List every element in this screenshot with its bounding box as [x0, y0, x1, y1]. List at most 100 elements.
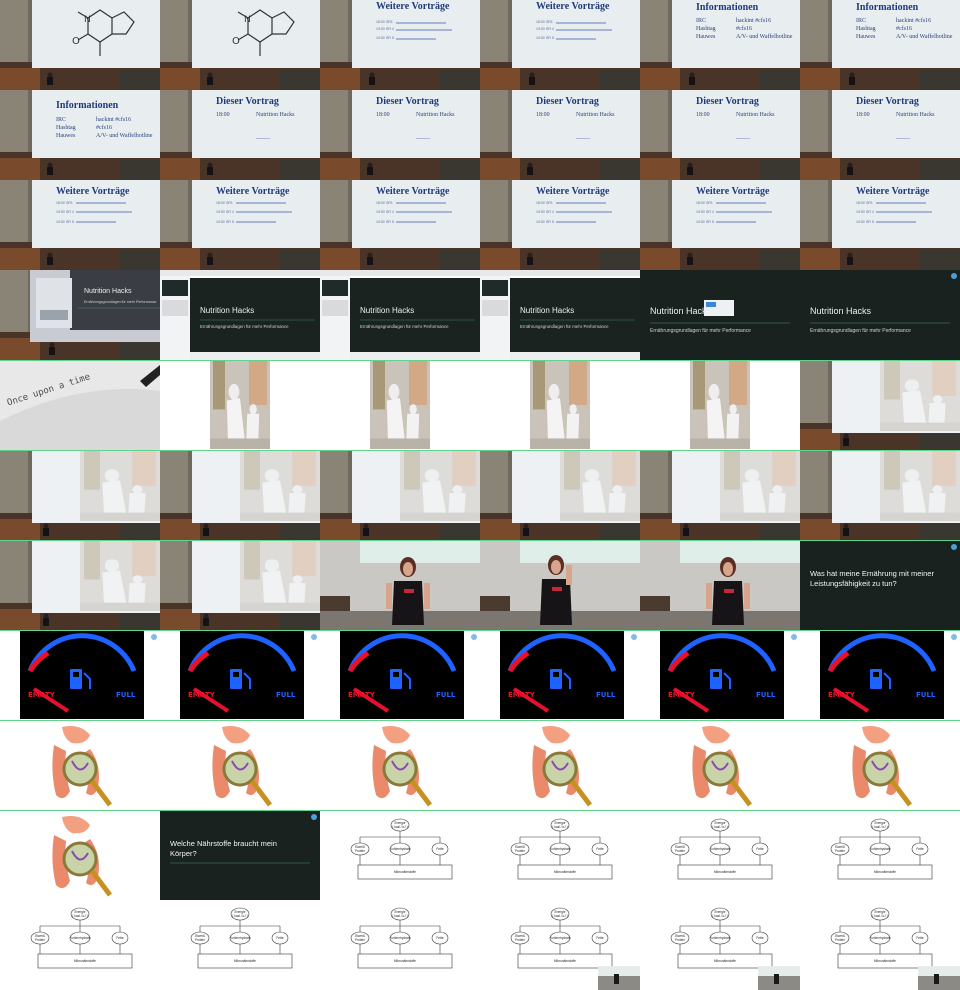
weitere-vortraege-slide [0, 180, 160, 270]
digestive-system-magnifier [320, 721, 480, 810]
thumbnail-info-top[interactable]: Informationen IRC hackint #cfs16 Hashtag… [640, 0, 800, 90]
statues-image [480, 361, 640, 450]
thumbnail-question2[interactable]: Welche Nährstoffe braucht mein Körper? [160, 810, 320, 900]
weitere-vortraege-slide [480, 180, 640, 270]
fuel-gauge-image [800, 631, 960, 720]
svg-text:N: N [244, 15, 251, 25]
thumbnail-diagram[interactable]: Energie ( kcal / kJ ) Eiweiß Protein Koh… [320, 810, 480, 900]
thumbnail-speaker[interactable] [320, 540, 480, 630]
projected-statues [480, 451, 640, 540]
informationen-slide [800, 0, 960, 90]
weitere-vortraege-slide [320, 0, 480, 90]
thumbnail-statues-white[interactable] [320, 360, 480, 450]
thumbnail-room-statues[interactable] [0, 450, 160, 540]
statues-image [640, 361, 800, 450]
thumbnail-diagram[interactable]: Energie ( kcal / kJ ) Eiweiß Protein Koh… [0, 900, 160, 990]
thumbnail-screen-nutrition[interactable]: Nutrition Hacks Ernährungsgrundlagen für… [320, 270, 480, 360]
thumbnail-info[interactable]: Informationen IRC hackint #cfs16 Hashtag… [0, 90, 160, 180]
thumbnail-gauge[interactable]: EMPTY FULL [0, 630, 160, 720]
nutrition-hacks-screen [480, 270, 640, 360]
thumbnail-room-statues[interactable] [160, 540, 320, 630]
thumbnail-dieser[interactable]: Dieser Vortrag 18:00 Nutrition Hacks [160, 90, 320, 180]
thumbnail-dieser[interactable]: Dieser Vortrag 18:00 Nutrition Hacks [800, 90, 960, 180]
thumbnail-dieser[interactable]: Dieser Vortrag 18:00 Nutrition Hacks [480, 90, 640, 180]
thumbnail-room-statues[interactable] [320, 450, 480, 540]
thumbnail-gut[interactable] [0, 720, 160, 810]
thumbnail-diagram-pip[interactable]: Energie ( kcal / kJ ) Eiweiß Protein Koh… [800, 900, 960, 990]
thumbnail-room-statues[interactable] [0, 540, 160, 630]
weitere-vortraege-slide [800, 180, 960, 270]
thumbnail-speaker2[interactable] [480, 540, 640, 630]
thumbnail-weitere-top[interactable]: Weitere Vorträge 18:00 SR1 19:00 SR 4 19… [320, 0, 480, 90]
thumbnail-statues-white[interactable] [640, 360, 800, 450]
thumbnail-caffeine[interactable]: O N [160, 0, 320, 90]
thumbnail-weitere-top[interactable]: Weitere Vorträge 18:00 SR1 19:00 SR 4 19… [480, 0, 640, 90]
thumbnail-dark-nutrition-dialog[interactable]: Nutrition Hacks Ernährungsgrundlagen für… [640, 270, 800, 360]
projected-statues [320, 451, 480, 540]
thumbnail-gauge[interactable]: EMPTY FULL [320, 630, 480, 720]
thumbnail-statues-white[interactable] [160, 360, 320, 450]
thumbnail-dark-nutrition[interactable]: Nutrition Hacks Ernährungsgrundlagen für… [800, 270, 960, 360]
thumbnail-weitere[interactable]: Weitere Vorträge 18:00 SR1 19:00 SR 4 19… [480, 180, 640, 270]
projected-statues [160, 541, 320, 630]
thumbnail-room-statues[interactable] [640, 450, 800, 540]
thumbnail-info-top[interactable]: Informationen IRC hackint #cfs16 Hashtag… [800, 0, 960, 90]
thumbnail-weitere[interactable]: Weitere Vorträge 18:00 SR1 19:00 SR 4 19… [320, 180, 480, 270]
projected-statues [640, 451, 800, 540]
weitere-vortraege-slide [480, 0, 640, 90]
once-upon-a-time-image [0, 361, 160, 450]
thumbnail-room-statues[interactable] [800, 360, 960, 450]
fuel-gauge-image [640, 631, 800, 720]
thumbnail-weitere[interactable]: Weitere Vorträge 18:00 SR1 19:00 SR 4 19… [640, 180, 800, 270]
thumbnail-gut[interactable] [640, 720, 800, 810]
dieser-vortrag-slide [800, 90, 960, 180]
thumbnail-diagram[interactable]: Energie ( kcal / kJ ) Eiweiß Protein Koh… [160, 900, 320, 990]
fuel-gauge-image [0, 631, 160, 720]
thumbnail-gut[interactable] [0, 810, 160, 900]
thumbnail-weitere[interactable]: Weitere Vorträge 18:00 SR1 19:00 SR 4 19… [160, 180, 320, 270]
informationen-slide [640, 0, 800, 90]
nutrient-diagram [800, 811, 960, 900]
thumbnail-room-statues[interactable] [160, 450, 320, 540]
thumbnail-grid: O N O N Weitere Vorträge 18:00 SR1 19:00… [0, 0, 960, 990]
thumbnail-dieser[interactable]: Dieser Vortrag 18:00 Nutrition Hacks [640, 90, 800, 180]
thumbnail-diagram[interactable]: Energie ( kcal / kJ ) Eiweiß Protein Koh… [800, 810, 960, 900]
thumbnail-room-statues[interactable] [800, 450, 960, 540]
thumbnail-speaker[interactable] [640, 540, 800, 630]
digestive-system-magnifier [480, 721, 640, 810]
thumbnail-gauge[interactable]: EMPTY FULL [800, 630, 960, 720]
svg-text:O: O [72, 36, 80, 47]
digestive-system-magnifier [0, 721, 160, 810]
fuel-gauge-image [480, 631, 640, 720]
question-slide [800, 541, 960, 630]
nutrient-diagram [800, 900, 960, 990]
thumbnail-dieser[interactable]: Dieser Vortrag 18:00 Nutrition Hacks [320, 90, 480, 180]
thumbnail-proj-nutrition[interactable]: Nutrition Hacks Ernährungsgrundlagen für… [0, 270, 160, 360]
thumbnail-gauge[interactable]: EMPTY FULL [640, 630, 800, 720]
thumbnail-statues-white[interactable] [480, 360, 640, 450]
thumbnail-screen-nutrition[interactable]: Nutrition Hacks Ernährungsgrundlagen für… [480, 270, 640, 360]
thumbnail-screen-nutrition[interactable]: Nutrition Hacks Ernährungsgrundlagen für… [160, 270, 320, 360]
thumbnail-diagram-pip[interactable]: Energie ( kcal / kJ ) Eiweiß Protein Koh… [480, 900, 640, 990]
thumbnail-gauge[interactable]: EMPTY FULL [160, 630, 320, 720]
thumbnail-gut[interactable] [320, 720, 480, 810]
nutrition-hacks-projected [0, 270, 160, 360]
projected-statues [0, 451, 160, 540]
thumbnail-gut[interactable] [800, 720, 960, 810]
svg-text:O: O [232, 36, 240, 47]
digestive-system-magnifier [640, 721, 800, 810]
thumbnail-gut[interactable] [160, 720, 320, 810]
thumbnail-weitere[interactable]: Weitere Vorträge 18:00 SR1 19:00 SR 4 19… [0, 180, 160, 270]
thumbnail-once[interactable]: Once upon a time [0, 360, 160, 450]
thumbnail-gauge[interactable]: EMPTY FULL [480, 630, 640, 720]
thumbnail-diagram[interactable]: Energie ( kcal / kJ ) Eiweiß Protein Koh… [640, 810, 800, 900]
thumbnail-diagram[interactable]: Energie ( kcal / kJ ) Eiweiß Protein Koh… [480, 810, 640, 900]
thumbnail-question1[interactable]: Was hat meine Ernährung mit meiner Leist… [800, 540, 960, 630]
thumbnail-diagram[interactable]: Energie ( kcal / kJ ) Eiweiß Protein Koh… [320, 900, 480, 990]
caffeine-slide: O N [0, 0, 160, 90]
thumbnail-caffeine[interactable]: O N [0, 0, 160, 90]
thumbnail-room-statues[interactable] [480, 450, 640, 540]
thumbnail-diagram-pip[interactable]: Energie ( kcal / kJ ) Eiweiß Protein Koh… [640, 900, 800, 990]
thumbnail-gut[interactable] [480, 720, 640, 810]
thumbnail-weitere[interactable]: Weitere Vorträge 18:00 SR1 19:00 SR 4 19… [800, 180, 960, 270]
